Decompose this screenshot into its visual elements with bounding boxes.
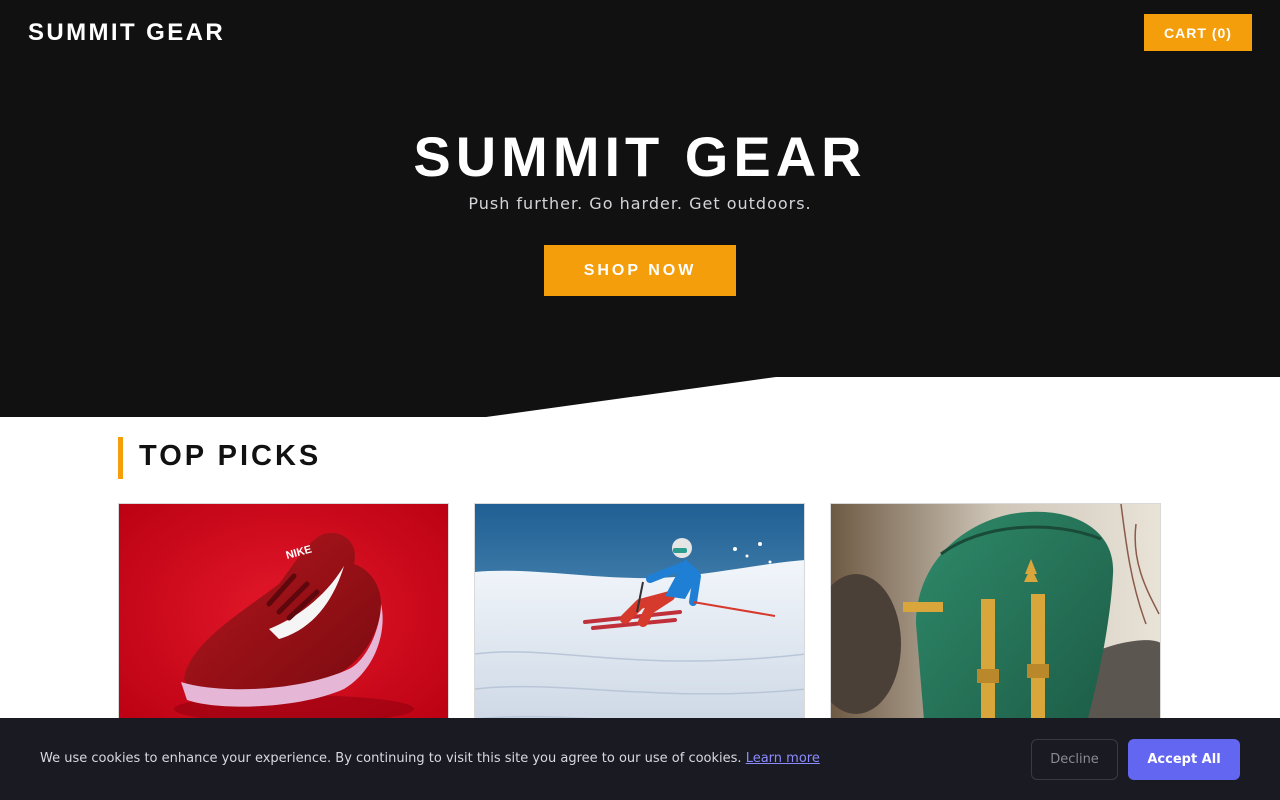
product-card[interactable] bbox=[830, 503, 1161, 743]
cookie-message-text: We use cookies to enhance your experienc… bbox=[40, 751, 742, 766]
section-title: TOP PICKS bbox=[139, 440, 322, 472]
decline-cookies-button[interactable]: Decline bbox=[1031, 739, 1118, 780]
shop-now-button[interactable]: SHOP NOW bbox=[544, 245, 736, 296]
hero-subtitle: Push further. Go harder. Get outdoors. bbox=[468, 194, 812, 213]
product-image-skier bbox=[475, 504, 804, 742]
accept-cookies-button[interactable]: Accept All bbox=[1128, 739, 1240, 780]
product-card[interactable] bbox=[474, 503, 805, 743]
section-accent-bar bbox=[118, 437, 123, 479]
product-image-backpack bbox=[831, 504, 1160, 742]
hero-title: SUMMIT GEAR bbox=[413, 125, 867, 188]
cart-button[interactable]: CART (0) bbox=[1144, 14, 1252, 51]
brand-logo[interactable]: SUMMIT GEAR bbox=[28, 19, 225, 47]
cookie-message: We use cookies to enhance your experienc… bbox=[40, 751, 820, 766]
product-image-shoe: NIKE bbox=[119, 504, 448, 742]
product-card[interactable]: NIKE bbox=[118, 503, 449, 743]
learn-more-link[interactable]: Learn more bbox=[746, 751, 820, 766]
